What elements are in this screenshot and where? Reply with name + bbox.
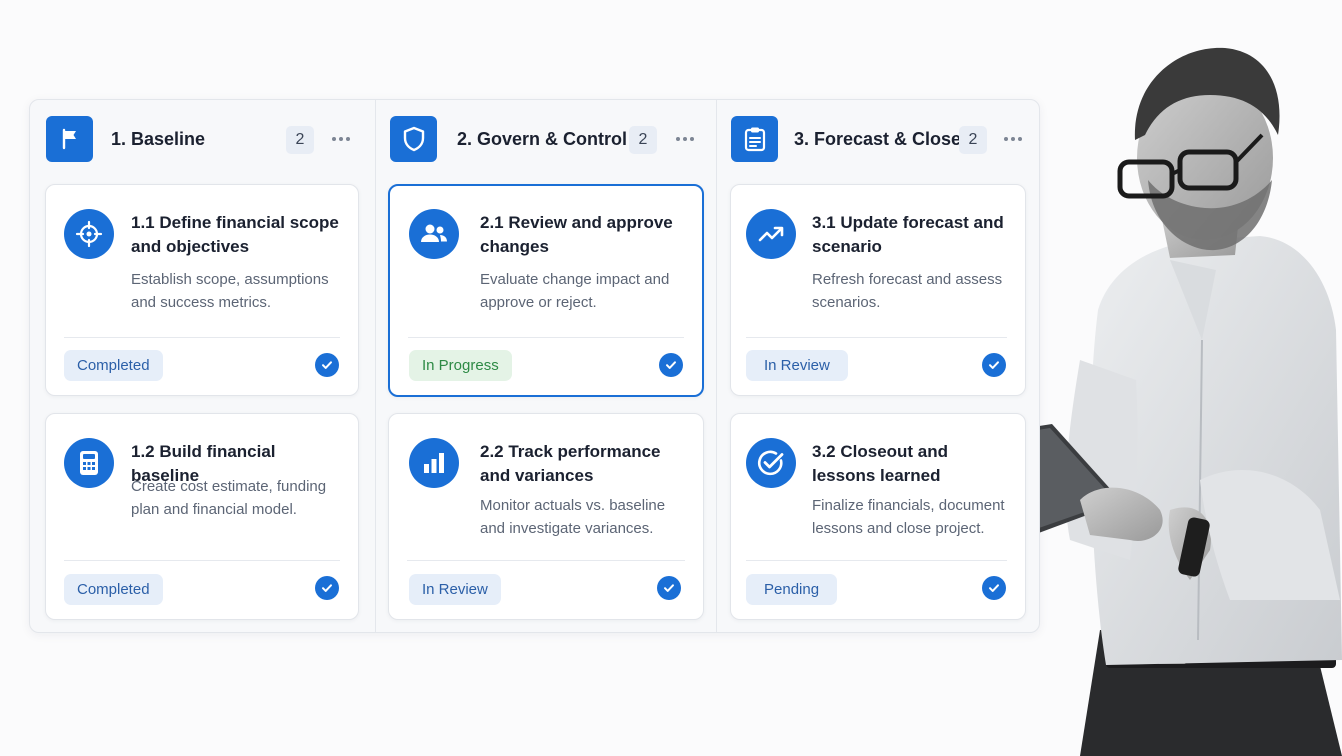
check-icon[interactable] — [982, 353, 1006, 377]
shield-icon — [390, 116, 437, 162]
card-description: Monitor actuals vs. baseline and investi… — [480, 497, 666, 537]
card-description: Create cost estimate, funding plan and f… — [131, 478, 327, 518]
task-card-3-1[interactable]: 3.1 Update forecast and scenario Refresh… — [730, 184, 1026, 396]
check-icon[interactable] — [659, 353, 683, 377]
flag-icon — [46, 116, 93, 162]
card-divider — [64, 560, 340, 561]
task-card-3-2[interactable]: 3.2 Closeout and lessons learned Finaliz… — [730, 413, 1026, 620]
card-divider — [407, 560, 685, 561]
card-description: Refresh forecast and assess scenarios. — [812, 271, 1003, 311]
check-icon[interactable] — [315, 576, 339, 600]
task-card-1-2[interactable]: 1.2 Build financial baseline Create cost… — [45, 413, 359, 620]
check-icon[interactable] — [982, 576, 1006, 600]
card-title: 3.2 Closeout and lessons learned — [812, 442, 949, 485]
card-description: Establish scope, assumptions and success… — [131, 271, 329, 311]
column-title: 3. Forecast & Close — [794, 129, 962, 149]
column-title: 2. Govern & Control — [457, 129, 628, 149]
status-badge: In Progress — [409, 350, 512, 381]
status-badge: In Review — [746, 350, 848, 381]
card-divider — [408, 337, 684, 338]
task-card-2-2[interactable]: 2.2 Track performance and variances Moni… — [388, 413, 704, 620]
more-options-icon[interactable] — [1000, 126, 1026, 152]
card-divider — [746, 337, 1007, 338]
column-count-badge: 2 — [629, 126, 657, 154]
card-divider — [746, 560, 1007, 561]
check-circle-icon — [746, 438, 796, 488]
more-options-icon[interactable] — [328, 126, 354, 152]
calculator-icon — [64, 438, 114, 488]
card-description: Finalize financials, document lessons an… — [812, 497, 1005, 537]
bar-chart-icon — [409, 438, 459, 488]
card-title: 1.1 Define financial scope and objective… — [131, 213, 339, 256]
status-badge: In Review — [409, 574, 501, 605]
more-options-icon[interactable] — [672, 126, 698, 152]
status-badge: Completed — [64, 350, 163, 381]
card-title: 3.1 Update forecast and scenario — [812, 213, 1004, 256]
column-baseline: 1. Baseline 2 1.1 Define financial scope… — [30, 100, 376, 632]
status-badge: Pending — [746, 574, 838, 605]
users-icon — [409, 209, 459, 259]
task-card-2-1[interactable]: 2.1 Review and approve changes Evaluate … — [388, 184, 704, 397]
card-description: Evaluate change impact and approve or re… — [480, 271, 670, 311]
column-header: 3. Forecast & Close 2 — [717, 100, 1039, 182]
clipboard-icon — [731, 116, 778, 162]
check-icon[interactable] — [657, 576, 681, 600]
column-header: 1. Baseline 2 — [30, 100, 375, 182]
trend-up-icon — [746, 209, 796, 259]
card-title: 2.1 Review and approve changes — [480, 213, 673, 256]
card-divider — [64, 337, 340, 338]
target-icon — [64, 209, 114, 259]
task-card-1-1[interactable]: 1.1 Define financial scope and objective… — [45, 184, 359, 396]
person-with-tablet-image — [1040, 47, 1342, 756]
column-title: 1. Baseline — [111, 129, 206, 149]
column-count-badge: 2 — [959, 126, 987, 154]
column-govern-control: 2. Govern & Control 2 2.1 Review and app… — [376, 100, 717, 632]
column-forecast-close: 3. Forecast & Close 2 3.1 Update forecas… — [717, 100, 1039, 632]
status-badge: Completed — [64, 574, 163, 605]
check-icon[interactable] — [315, 353, 339, 377]
kanban-board: 1. Baseline 2 1.1 Define financial scope… — [29, 99, 1040, 633]
column-count-badge: 2 — [286, 126, 314, 154]
card-title: 2.2 Track performance and variances — [480, 442, 661, 485]
column-header: 2. Govern & Control 2 — [376, 100, 716, 182]
